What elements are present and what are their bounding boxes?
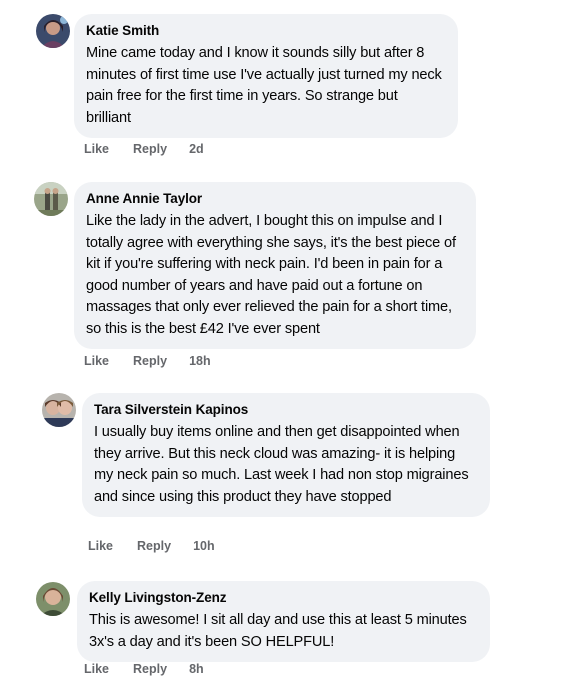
comment-timestamp[interactable]: 8h bbox=[189, 662, 204, 676]
avatar[interactable] bbox=[36, 582, 70, 616]
comment-author[interactable]: Katie Smith bbox=[86, 22, 446, 40]
comment-author[interactable]: Kelly Livingston-Zenz bbox=[89, 589, 478, 607]
reply-button[interactable]: Reply bbox=[133, 142, 167, 156]
comment-actions: Like Reply 18h bbox=[84, 353, 211, 369]
avatar-photo-icon bbox=[42, 393, 76, 427]
comment-timestamp[interactable]: 18h bbox=[189, 354, 211, 368]
comment-bubble: Kelly Livingston-Zenz This is awesome! I… bbox=[77, 581, 490, 662]
comment-actions: Like Reply 10h bbox=[88, 538, 215, 554]
comment-bubble: Katie Smith Mine came today and I know i… bbox=[74, 14, 458, 138]
comment-text: This is awesome! I sit all day and use t… bbox=[89, 612, 467, 650]
comment-timestamp[interactable]: 10h bbox=[193, 539, 215, 553]
reply-button[interactable]: Reply bbox=[137, 539, 171, 553]
comment-timestamp[interactable]: 2d bbox=[189, 142, 204, 156]
comment-text: I usually buy items online and then get … bbox=[94, 424, 469, 505]
avatar[interactable] bbox=[42, 393, 76, 427]
like-button[interactable]: Like bbox=[88, 539, 113, 553]
like-button[interactable]: Like bbox=[84, 354, 109, 368]
comment-actions: Like Reply 2d bbox=[84, 141, 204, 157]
like-button[interactable]: Like bbox=[84, 142, 109, 156]
reply-button[interactable]: Reply bbox=[133, 662, 167, 676]
avatar-photo-icon bbox=[36, 582, 70, 616]
comment-text: Like the lady in the advert, I bought th… bbox=[86, 213, 456, 337]
comment-actions: Like Reply 8h bbox=[84, 661, 204, 677]
avatar-photo-icon bbox=[36, 14, 70, 48]
comment-author[interactable]: Tara Silverstein Kapinos bbox=[94, 401, 478, 419]
comment-bubble: Anne Annie Taylor Like the lady in the a… bbox=[74, 182, 476, 349]
avatar[interactable] bbox=[34, 182, 68, 216]
avatar-photo-icon bbox=[34, 182, 68, 216]
avatar[interactable] bbox=[36, 14, 70, 48]
comment-bubble: Tara Silverstein Kapinos I usually buy i… bbox=[82, 393, 490, 517]
like-button[interactable]: Like bbox=[84, 662, 109, 676]
comment-text: Mine came today and I know it sounds sil… bbox=[86, 45, 442, 126]
comment-author[interactable]: Anne Annie Taylor bbox=[86, 190, 464, 208]
reply-button[interactable]: Reply bbox=[133, 354, 167, 368]
